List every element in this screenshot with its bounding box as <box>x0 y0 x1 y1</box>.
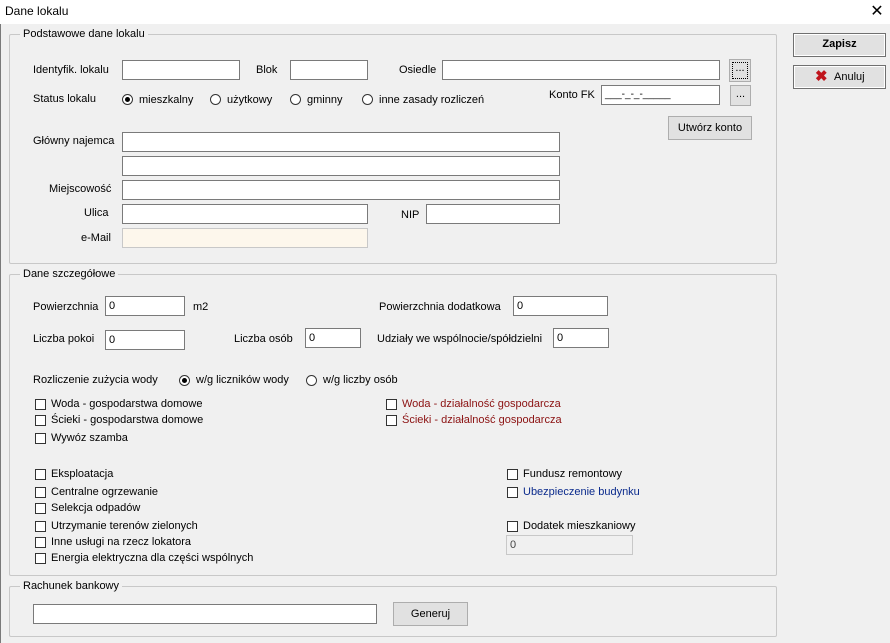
label-water-business: Woda - działalność gospodarcza <box>402 398 561 410</box>
details-legend: Dane szczegółowe <box>20 268 119 280</box>
close-icon[interactable]: ✕ <box>866 1 888 23</box>
label-heating: Centralne ogrzewanie <box>51 486 159 498</box>
check-exploitation[interactable] <box>35 469 46 480</box>
water-radio-persons[interactable] <box>306 375 317 386</box>
water-radio-meters[interactable] <box>179 375 190 386</box>
id-label: Identyfik. lokalu <box>33 64 109 76</box>
status-radio-inne[interactable] <box>362 94 373 105</box>
blok-label: Blok <box>256 64 278 76</box>
window-title: Dane lokalu <box>5 4 69 18</box>
shares-input[interactable]: 0 <box>553 328 609 348</box>
generate-button[interactable]: Generuj <box>393 602 468 626</box>
status-option-mieszkalny: mieszkalny <box>139 94 194 106</box>
status-option-inne: inne zasady rozliczeń <box>379 94 485 106</box>
persons-label: Liczba osób <box>234 333 293 345</box>
water-option-meters: w/g liczników wody <box>196 374 289 386</box>
label-insurance: Ubezpieczenie budynku <box>523 486 640 498</box>
status-radio-mieszkalny[interactable] <box>122 94 133 105</box>
label-septic: Wywóz szamba <box>51 432 128 444</box>
label-housing-allowance: Dodatek mieszkaniowy <box>523 520 636 532</box>
extra-area-label: Powierzchnia dodatkowa <box>379 301 501 313</box>
check-water-business[interactable] <box>386 399 397 410</box>
label-sewage-household: Ścieki - gospodarstwa domowe <box>51 414 204 426</box>
konto-label: Konto FK <box>549 89 595 101</box>
water-label: Rozliczenie zużycia wody <box>33 374 158 386</box>
street-input[interactable] <box>122 204 368 224</box>
tenant-label: Główny najemca <box>33 135 115 147</box>
label-electricity: Energia elektryczna dla części wspólnych <box>51 552 254 564</box>
label-water-household: Woda - gospodarstwa domowe <box>51 398 203 410</box>
nip-label: NIP <box>401 209 420 221</box>
check-green[interactable] <box>35 521 46 532</box>
label-other-services: Inne usługi na rzecz lokatora <box>51 536 192 548</box>
city-input[interactable] <box>122 180 560 200</box>
save-button[interactable]: Zapisz <box>793 33 886 57</box>
extra-area-input[interactable]: 0 <box>513 296 608 316</box>
check-waste[interactable] <box>35 503 46 514</box>
status-radio-uzytkowy[interactable] <box>210 94 221 105</box>
status-label: Status lokalu <box>33 93 96 105</box>
check-sewage-business[interactable] <box>386 415 397 426</box>
title-bar <box>0 0 890 24</box>
osiedle-label: Osiedle <box>399 64 437 76</box>
id-input[interactable] <box>122 60 240 80</box>
status-option-gminny: gminny <box>307 94 343 106</box>
check-housing-allowance[interactable] <box>507 521 518 532</box>
status-radio-gminny[interactable] <box>290 94 301 105</box>
street-label: Ulica <box>84 207 109 219</box>
area-label: Powierzchnia <box>33 301 99 313</box>
check-sewage-household[interactable] <box>35 415 46 426</box>
bank-legend: Rachunek bankowy <box>20 580 123 592</box>
label-waste: Selekcja odpadów <box>51 502 141 514</box>
shares-label: Udziały we wspólnocie/spółdzielni <box>377 333 543 345</box>
email-label: e-Mail <box>81 232 111 244</box>
blok-input[interactable] <box>290 60 368 80</box>
label-green: Utrzymanie terenów zielonych <box>51 520 198 532</box>
cancel-icon: ✖ <box>815 68 828 85</box>
window-edge <box>0 24 1 643</box>
create-account-button[interactable]: Utwórz konto <box>668 116 752 140</box>
housing-allowance-input: 0 <box>506 535 633 555</box>
water-option-persons: w/g liczby osób <box>323 374 398 386</box>
area-input[interactable]: 0 <box>105 296 185 316</box>
city-label: Miejscowość <box>49 183 112 195</box>
check-renovation-fund[interactable] <box>507 469 518 480</box>
bank-account-input[interactable] <box>33 604 377 624</box>
check-heating[interactable] <box>35 487 46 498</box>
tenant-input-2[interactable] <box>122 156 560 176</box>
rooms-input[interactable]: 0 <box>105 330 185 350</box>
konto-input[interactable]: ___-_-_-_____ <box>601 85 720 105</box>
tenant-input[interactable] <box>122 132 560 152</box>
check-septic[interactable] <box>35 433 46 444</box>
label-renovation-fund: Fundusz remontowy <box>523 468 623 480</box>
check-water-household[interactable] <box>35 399 46 410</box>
area-unit: m2 <box>193 301 209 313</box>
konto-browse-button[interactable]: ... <box>730 85 751 106</box>
status-option-uzytkowy: użytkowy <box>227 94 273 106</box>
rooms-label: Liczba pokoi <box>33 333 95 345</box>
persons-input[interactable]: 0 <box>305 328 361 348</box>
cancel-button[interactable]: ✖ Anuluj <box>793 65 886 89</box>
email-input[interactable] <box>122 228 368 248</box>
osiedle-input[interactable] <box>442 60 720 80</box>
label-sewage-business: Ścieki - działalność gospodarcza <box>402 414 562 426</box>
check-other-services[interactable] <box>35 537 46 548</box>
nip-input[interactable] <box>426 204 560 224</box>
basic-data-legend: Podstawowe dane lokalu <box>20 28 148 40</box>
check-insurance[interactable] <box>507 487 518 498</box>
cancel-label: Anuluj <box>834 71 865 83</box>
check-electricity[interactable] <box>35 553 46 564</box>
label-exploitation: Eksploatacja <box>51 468 114 480</box>
osiedle-browse-button[interactable]: ... <box>729 59 751 82</box>
